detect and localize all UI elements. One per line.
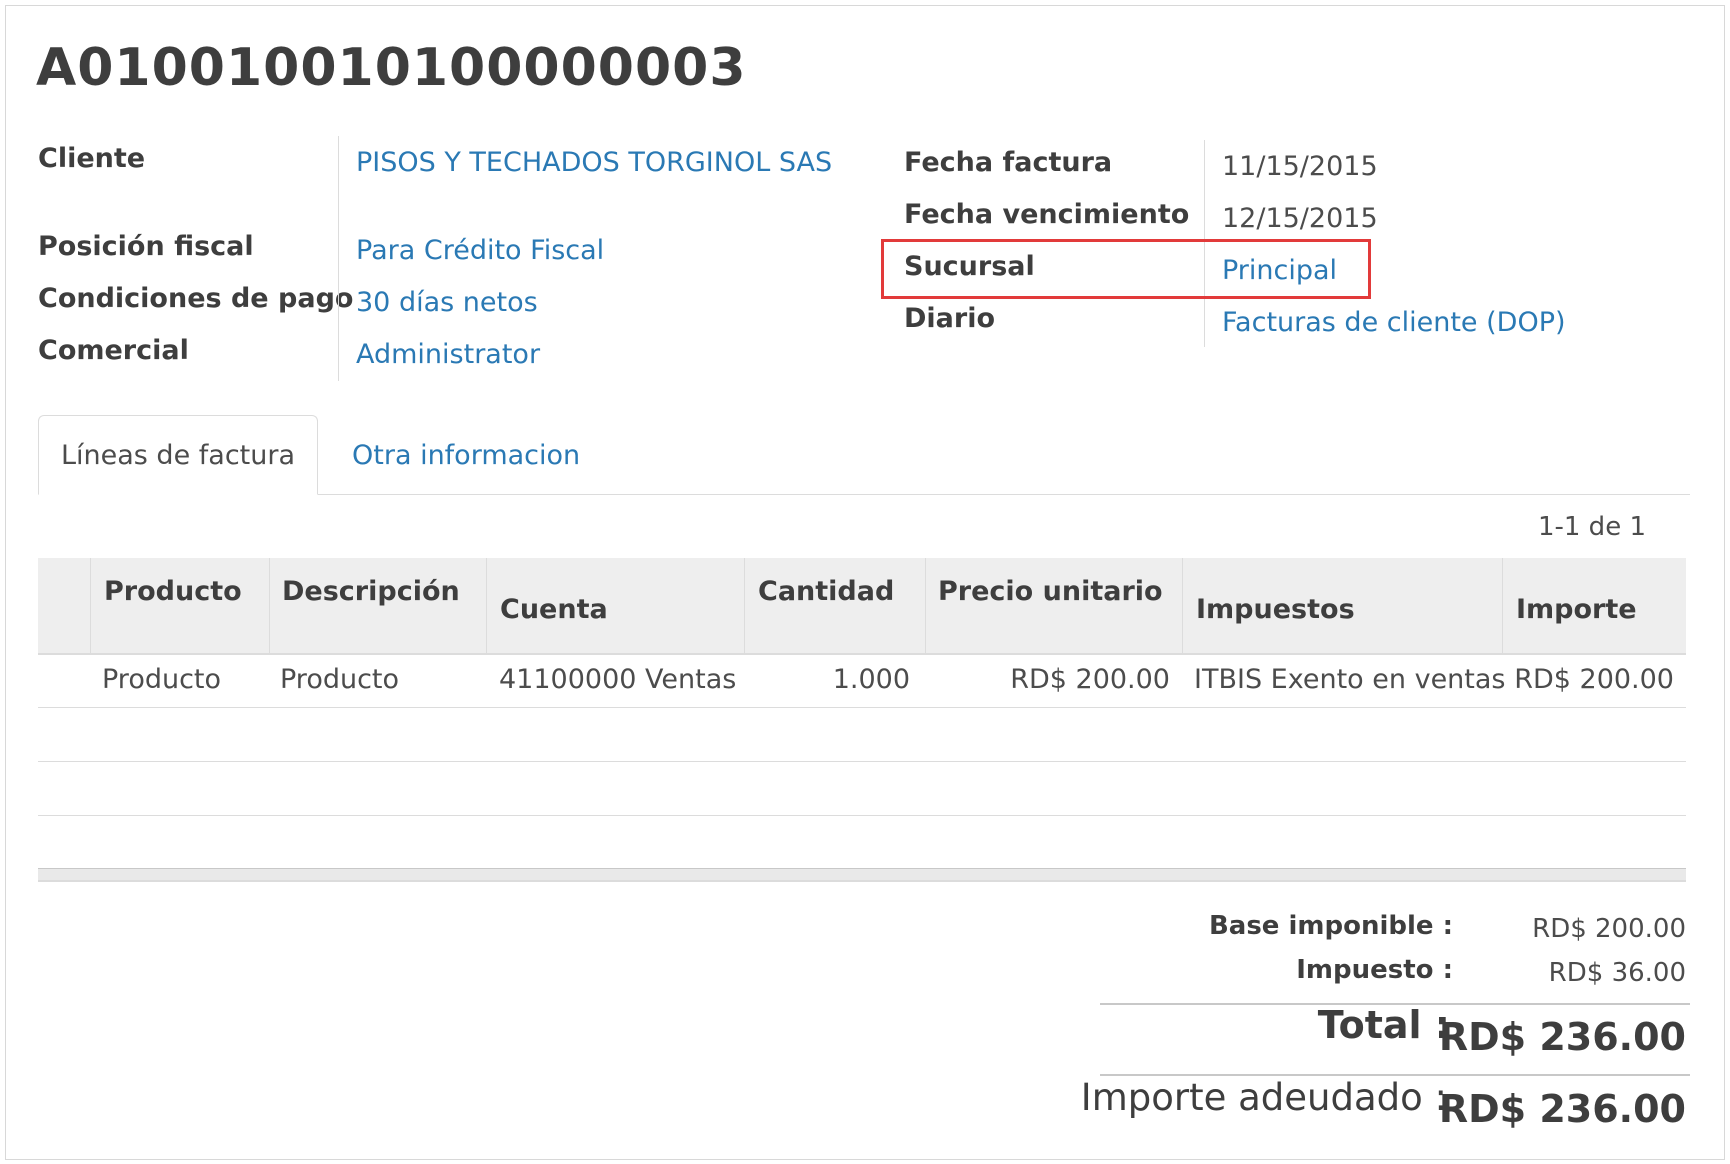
column-divider [269, 558, 270, 653]
column-header-quantity[interactable]: Cantidad [758, 576, 894, 607]
empty-table-row [38, 708, 1686, 762]
payment-terms-link[interactable]: 30 días netos [356, 287, 538, 318]
column-header-unit-price[interactable]: Precio unitario [938, 576, 1163, 607]
fiscal-position-label: Posición fiscal [38, 231, 254, 262]
cell-account: 41100000 Ventas [499, 664, 737, 695]
table-row[interactable]: Producto Producto 41100000 Ventas 1.000 … [38, 654, 1686, 708]
branch-highlight-box [881, 239, 1371, 299]
cell-amount: RD$ 200.00 [1514, 664, 1674, 695]
amount-due-value: RD$ 236.00 [1438, 1087, 1686, 1131]
empty-table-row [38, 762, 1686, 816]
fiscal-position-link[interactable]: Para Crédito Fiscal [356, 235, 604, 266]
payment-terms-label: Condiciones de pago [38, 283, 354, 314]
empty-table-row [38, 816, 1686, 869]
column-header-description[interactable]: Descripción [282, 576, 460, 607]
column-divider [90, 558, 91, 653]
pager[interactable]: 1-1 de 1 [1538, 512, 1646, 542]
tax-base-value: RD$ 200.00 [1532, 914, 1686, 944]
total-label: Total : [1317, 1003, 1450, 1047]
customer-label: Cliente [38, 143, 146, 174]
column-divider [925, 558, 926, 653]
invoice-date-label: Fecha factura [904, 147, 1113, 178]
due-date-value: 12/15/2015 [1222, 203, 1378, 234]
cell-description: Producto [280, 664, 400, 695]
invoice-date-value: 11/15/2015 [1222, 151, 1378, 182]
column-divider [1182, 558, 1183, 653]
table-header: Producto Descripción Cuenta Cantidad Pre… [38, 558, 1686, 655]
tab-invoice-lines[interactable]: Líneas de factura [38, 415, 318, 495]
tax-label: Impuesto : [1296, 955, 1453, 985]
column-header-product[interactable]: Producto [104, 576, 242, 607]
tax-base-label: Base imponible : [1208, 911, 1453, 941]
left-column-divider [338, 136, 339, 381]
cell-taxes: ITBIS Exento en ventas [1194, 664, 1506, 695]
customer-link[interactable]: PISOS Y TECHADOS TORGINOL SAS [356, 147, 832, 178]
journal-label: Diario [904, 303, 996, 334]
column-divider [1502, 558, 1503, 653]
column-header-taxes[interactable]: Impuestos [1196, 594, 1355, 625]
column-header-amount[interactable]: Importe [1516, 594, 1637, 625]
journal-link[interactable]: Facturas de cliente (DOP) [1222, 307, 1566, 338]
amount-due-label: Importe adeudado : [1080, 1076, 1447, 1119]
salesperson-label: Comercial [38, 335, 189, 366]
cell-quantity: 1.000 [832, 664, 910, 695]
column-divider [486, 558, 487, 653]
tab-other-info[interactable]: Otra informacion [352, 415, 580, 495]
table-footer [38, 868, 1686, 882]
total-value: RD$ 236.00 [1438, 1015, 1686, 1059]
invoice-number: A010010010100000003 [36, 38, 747, 98]
due-date-label: Fecha vencimiento [904, 199, 1190, 230]
column-header-account[interactable]: Cuenta [500, 594, 608, 625]
column-divider [744, 558, 745, 653]
cell-product: Producto [102, 664, 222, 695]
salesperson-link[interactable]: Administrator [356, 339, 540, 370]
cell-unit-price: RD$ 200.00 [1010, 664, 1170, 695]
tax-value: RD$ 36.00 [1548, 958, 1686, 988]
